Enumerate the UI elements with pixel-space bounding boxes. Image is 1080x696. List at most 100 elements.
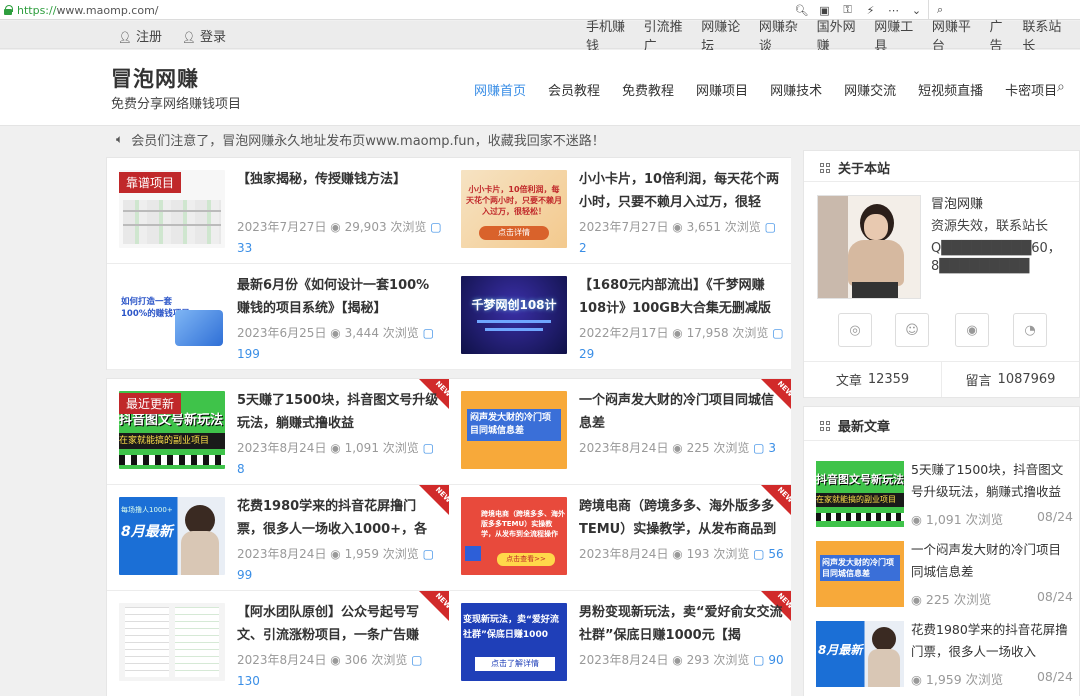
nav-item[interactable]: 网赚技术	[770, 80, 822, 99]
latest-post[interactable]: NEW 跨境电商（跨境多多、海外版多多TEMU）实操教学，从发布到全流程操作 点…	[449, 485, 791, 591]
search-icon[interactable]: ⌕	[1057, 79, 1065, 95]
post-comments[interactable]: 29	[579, 347, 594, 361]
toplink-item[interactable]: 网赚平台	[932, 16, 982, 54]
post-thumbnail[interactable]: 小小卡片，10倍利润，每天花个两小时，只要不赖月入过万，很轻松！ 点击详情	[461, 170, 567, 248]
main-nav: 网赚首页 会员教程 免费教程 网赚项目 网赚技术 网赚交流 短视频直播 卡密项目	[474, 79, 1079, 99]
comment-icon[interactable]: ▢	[423, 441, 434, 455]
latest-post[interactable]: NEW 8月最新 每场撸人1000+ 花费1980学来的抖音花屏撸门票，很多人一…	[107, 485, 449, 591]
more-icon[interactable]: ⋯	[882, 4, 905, 17]
thumb-button: 点击查看>>	[497, 553, 555, 566]
post-comments[interactable]: 56	[768, 547, 783, 561]
post-title[interactable]: 一个闷声发大财的冷门项目同城信息差	[579, 389, 783, 435]
post-comments[interactable]: 8	[237, 462, 245, 476]
comment-icon[interactable]: ▢	[423, 326, 434, 340]
toplink-item[interactable]: 国外网赚	[817, 16, 867, 54]
post-title[interactable]: 5天赚了1500块，抖音图文号升级玩法，躺赚式撸收益	[237, 389, 441, 435]
toplink-item[interactable]: 手机赚钱	[586, 16, 636, 54]
post-title[interactable]: 最新6月份《如何设计一套100%赚钱的项目系统》【揭秘】	[237, 274, 441, 320]
post-thumbnail[interactable]: 8月最新	[816, 621, 904, 687]
comment-icon[interactable]: ▢	[765, 220, 776, 234]
latest-post[interactable]: NEW 变现新玩法，卖“爱好流社群”保底日赚1000 点击了解详情 男粉变现新玩…	[449, 591, 791, 696]
post-comments[interactable]: 199	[237, 347, 260, 361]
featured-post[interactable]: 如何打造一套100%的赚钱项目 最新6月份《如何设计一套100%赚钱的项目系统》…	[107, 264, 449, 370]
site-logo[interactable]: 冒泡网赚	[111, 63, 199, 93]
latest-post[interactable]: NEW 【阿水团队原创】公众号起号写文、引流涨粉项目，一条广告赚 2023年8月…	[107, 591, 449, 696]
post-views: 293 次浏览	[686, 653, 750, 667]
nav-item-home[interactable]: 网赚首页	[474, 80, 526, 99]
recent-post[interactable]: 闷声发大财的冷门项目同城信息差 一个闷声发大财的冷门项目同城信息差 ◉ 225 …	[816, 541, 1078, 631]
post-thumbnail[interactable]: 闷声发大财的冷门项目同城信息差	[816, 541, 904, 607]
post-title[interactable]: 花费1980学来的抖音花屏撸门票，很多人一场收入1000+，各	[237, 495, 441, 541]
rss-icon[interactable]: ◔	[1013, 313, 1047, 347]
post-thumbnail[interactable]: 8月最新 每场撸人1000+	[119, 497, 225, 575]
comment-icon[interactable]: ▢	[772, 326, 783, 340]
post-date: 2023年7月27日	[237, 220, 327, 234]
thumb-text: 千梦网创108计	[471, 298, 557, 312]
nav-item[interactable]: 卡密项目	[1005, 80, 1057, 99]
toplink-item[interactable]: 联系站长	[1022, 16, 1072, 54]
post-title[interactable]: 【1680元内部流出】《千梦网赚108计》100GB大合集无删减版	[579, 274, 783, 320]
post-comments[interactable]: 33	[237, 241, 252, 255]
nav-item[interactable]: 网赚交流	[844, 80, 896, 99]
key-icon[interactable]: ⚿	[836, 3, 859, 17]
post-date: 2023年8月24日	[237, 653, 327, 667]
post-title[interactable]: 5天赚了1500块，抖音图文号升级玩法，躺赚式撸收益	[911, 459, 1073, 503]
about-desc: 资源失效，联系站长	[931, 219, 1049, 234]
wechat-icon[interactable]: ◎	[838, 313, 872, 347]
nav-item[interactable]: 免费教程	[622, 80, 674, 99]
toplink-item[interactable]: 网赚工具	[874, 16, 924, 54]
login-link[interactable]: 👤︎ 登录	[182, 26, 226, 45]
nav-item[interactable]: 短视频直播	[918, 80, 983, 99]
post-comments[interactable]: 130	[237, 674, 260, 688]
post-thumbnail[interactable]: 千梦网创108计	[461, 276, 567, 354]
post-thumbnail[interactable]	[119, 603, 225, 681]
latest-post[interactable]: NEW 闷声发大财的冷门项目同城信息差 一个闷声发大财的冷门项目同城信息差 20…	[449, 379, 791, 485]
comment-icon[interactable]: ▢	[753, 547, 764, 561]
weibo-icon[interactable]: ◉	[955, 313, 989, 347]
featured-post[interactable]: 小小卡片，10倍利润，每天花个两小时，只要不赖月入过万，很轻松！ 点击详情 小小…	[449, 158, 791, 264]
toplink-item[interactable]: 广告	[989, 16, 1014, 54]
post-date: 2023年6月25日	[237, 326, 327, 340]
post-comments[interactable]: 99	[237, 568, 252, 582]
post-title[interactable]: 【阿水团队原创】公众号起号写文、引流涨粉项目，一条广告赚	[237, 601, 441, 647]
featured-post[interactable]: 千梦网创108计 【1680元内部流出】《千梦网赚108计》100GB大合集无删…	[449, 264, 791, 370]
nav-item[interactable]: 会员教程	[548, 80, 600, 99]
chevron-down-icon[interactable]: ⌄	[905, 4, 928, 17]
post-comments[interactable]: 3	[768, 441, 776, 455]
post-thumbnail[interactable]: 跨境电商（跨境多多、海外版多多TEMU）实操教学，从发布到全流程操作 点击查看>…	[461, 497, 567, 575]
image-icon[interactable]: ▣	[813, 4, 836, 17]
post-comments[interactable]: 90	[768, 653, 783, 667]
comment-icon[interactable]: ▢	[753, 441, 764, 455]
recent-post[interactable]: 抖音图文号新玩法 在家就能搞的副业项目 5天赚了1500块，抖音图文号升级玩法，…	[816, 461, 1078, 551]
post-title[interactable]: 花费1980学来的抖音花屏撸门票，很多人一场收入	[911, 619, 1073, 663]
comment-icon[interactable]: ▢	[411, 653, 422, 667]
comment-icon[interactable]: ▢	[753, 653, 764, 667]
comment-icon[interactable]: ▢	[430, 220, 441, 234]
lightning-icon[interactable]: ⚡︎	[859, 4, 882, 17]
toplink-item[interactable]: 网赚杂谈	[759, 16, 809, 54]
post-thumbnail[interactable]: 闷声发大财的冷门项目同城信息差	[461, 391, 567, 469]
featured-post[interactable]: 靠谱项目 【独家揭秘，传授赚钱方法】 2023年7月27日 ◉ 29,903 次…	[107, 158, 449, 264]
post-title[interactable]: 一个闷声发大财的冷门项目同城信息差	[911, 539, 1073, 583]
post-title[interactable]: 【独家揭秘，传授赚钱方法】	[237, 168, 441, 214]
post-thumbnail[interactable]: 抖音图文号新玩法 在家就能搞的副业项目	[816, 461, 904, 527]
qq-icon[interactable]: ☺	[895, 313, 929, 347]
ribbon-label: 最近更新	[119, 393, 182, 414]
comment-icon[interactable]: ▢	[423, 547, 434, 561]
latest-post[interactable]: NEW 最近更新 抖音图文号新玩法 在家就能搞的副业项目 5天赚了1500块，抖…	[107, 379, 449, 485]
post-title[interactable]: 小小卡片，10倍利润，每天花个两小时，只要不赖月入过万，很轻	[579, 168, 783, 214]
recent-post[interactable]: 8月最新 花费1980学来的抖音花屏撸门票，很多人一场收入 ◉ 1,959 次浏…	[816, 621, 1078, 696]
post-thumbnail[interactable]: 如何打造一套100%的赚钱项目	[119, 276, 225, 354]
post-title[interactable]: 跨境电商（跨境多多、海外版多多TEMU）实操教学，从发布商品到	[579, 495, 783, 541]
register-link[interactable]: 👤︎ 注册	[118, 26, 162, 45]
post-title[interactable]: 男粉变现新玩法，卖“爱好俞女交流社群”保底日赚1000元【揭	[579, 601, 783, 647]
post-comments[interactable]: 2	[579, 241, 587, 255]
post-date: 2023年7月27日	[579, 220, 669, 234]
toplink-item[interactable]: 网赚论坛	[701, 16, 751, 54]
post-thumbnail[interactable]: 变现新玩法，卖“爱好流社群”保底日赚1000 点击了解详情	[461, 603, 567, 681]
post-meta: 2023年8月24日 ◉ 306 次浏览 ▢ 130	[237, 650, 443, 692]
nav-item[interactable]: 网赚项目	[696, 80, 748, 99]
toplink-item[interactable]: 引流推广	[644, 16, 694, 54]
zoom-icon[interactable]: 🔍︎	[790, 4, 813, 17]
search-icon: ⌕	[937, 3, 944, 16]
